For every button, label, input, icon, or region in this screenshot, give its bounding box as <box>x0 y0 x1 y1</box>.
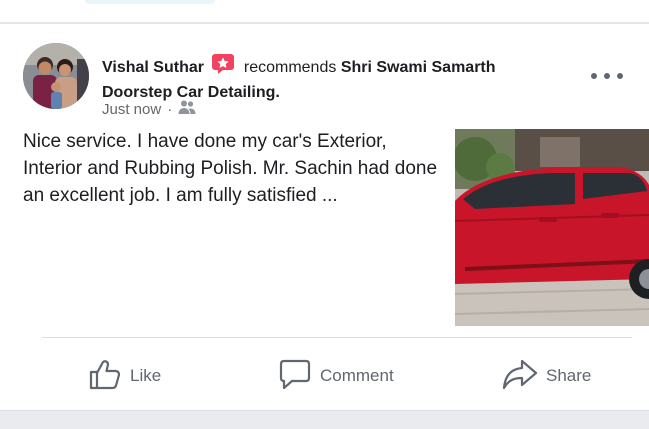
meta-separator: · <box>167 100 173 118</box>
share-arrow-icon <box>502 357 538 396</box>
post-photo[interactable] <box>455 129 649 326</box>
post-meta: Just now · <box>102 99 196 119</box>
post-body-text: Nice service. I have done my car's Exter… <box>23 131 438 206</box>
post-header: Vishal Suthar recommends Shri Swami Sama… <box>102 53 542 104</box>
actions-divider <box>42 337 632 338</box>
share-label: Share <box>546 366 592 385</box>
author-name[interactable]: Vishal Suthar <box>102 59 204 76</box>
comment-button[interactable]: Comment <box>278 352 394 400</box>
avatar-photo <box>23 43 89 109</box>
car-photo-image <box>455 129 649 326</box>
post-card: Vishal Suthar recommends Shri Swami Sama… <box>0 24 649 410</box>
thumbs-up-icon <box>88 357 122 396</box>
more-dot <box>591 73 597 79</box>
recommends-text: recommends <box>243 59 337 76</box>
previous-post-tab <box>85 0 215 4</box>
post-actions-bar: Like Comment Share <box>0 352 649 400</box>
friends-icon[interactable] <box>178 99 196 119</box>
like-label: Like <box>130 366 162 385</box>
more-dot <box>617 73 623 79</box>
timestamp[interactable]: Just now <box>102 101 161 118</box>
more-options-button[interactable] <box>591 68 623 84</box>
previous-post-edge <box>0 0 649 24</box>
more-dot <box>604 73 610 79</box>
comment-label: Comment <box>320 366 394 385</box>
avatar[interactable] <box>23 43 89 109</box>
like-button[interactable]: Like <box>88 352 161 400</box>
comment-bubble-icon <box>278 357 312 396</box>
feed-separator <box>0 410 649 429</box>
recommend-badge-icon <box>211 53 235 82</box>
share-button[interactable]: Share <box>502 352 591 400</box>
